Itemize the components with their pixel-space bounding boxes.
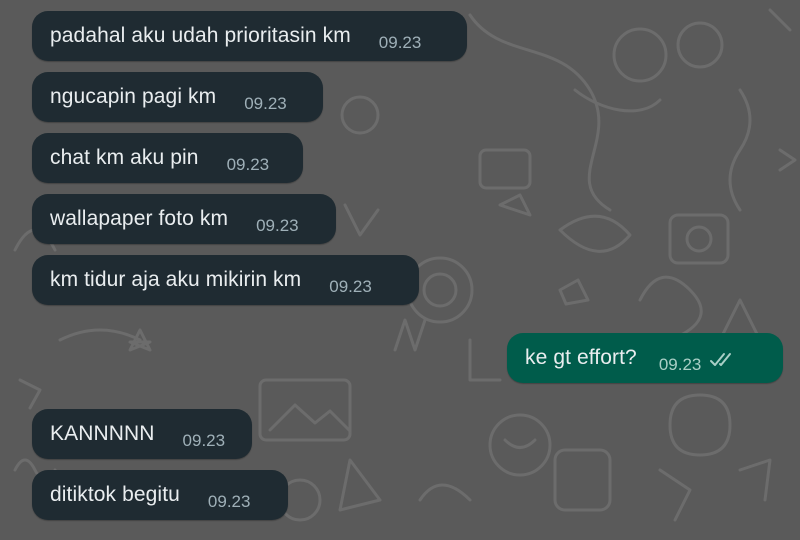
message-text: ke gt effort? xyxy=(525,346,637,369)
message-bubble-incoming[interactable]: wallapaper foto km 09.23 xyxy=(32,194,336,244)
message-timestamp: 09.23 xyxy=(226,155,270,174)
message-bubble-incoming[interactable]: KANNNNN 09.23 xyxy=(32,409,252,459)
message-timestamp: 09.23 xyxy=(207,492,251,511)
message-bubble-incoming[interactable]: chat km aku pin 09.23 xyxy=(32,133,303,183)
message-text: ngucapin pagi km xyxy=(50,85,217,108)
message-timestamp: 09.23 xyxy=(244,94,287,113)
message-timestamp: 09.23 xyxy=(378,33,422,52)
message-text: km tidur aja aku mikirin km xyxy=(50,268,302,291)
message-timestamp: 09.23 xyxy=(658,355,702,374)
message-bubble-incoming[interactable]: km tidur aja aku mikirin km 09.23 xyxy=(32,255,419,305)
message-text: ditiktok begitu xyxy=(50,483,180,506)
message-text: chat km aku pin xyxy=(50,146,199,169)
message-bubble-incoming[interactable]: padahal aku udah prioritasin km 09.23 xyxy=(32,11,467,61)
message-timestamp: 09.23 xyxy=(329,277,372,296)
message-bubble-outgoing[interactable]: ke gt effort? 09.23 xyxy=(507,333,783,383)
message-text: KANNNNN xyxy=(50,422,155,445)
read-ticks-icon xyxy=(709,352,737,373)
message-timestamp: 09.23 xyxy=(182,431,226,450)
message-text: padahal aku udah prioritasin km xyxy=(50,24,351,47)
message-bubble-incoming[interactable]: ngucapin pagi km 09.23 xyxy=(32,72,323,122)
message-text: wallapaper foto km xyxy=(50,207,229,230)
message-bubble-incoming[interactable]: ditiktok begitu 09.23 xyxy=(32,470,288,520)
message-timestamp: 09.23 xyxy=(256,216,299,235)
